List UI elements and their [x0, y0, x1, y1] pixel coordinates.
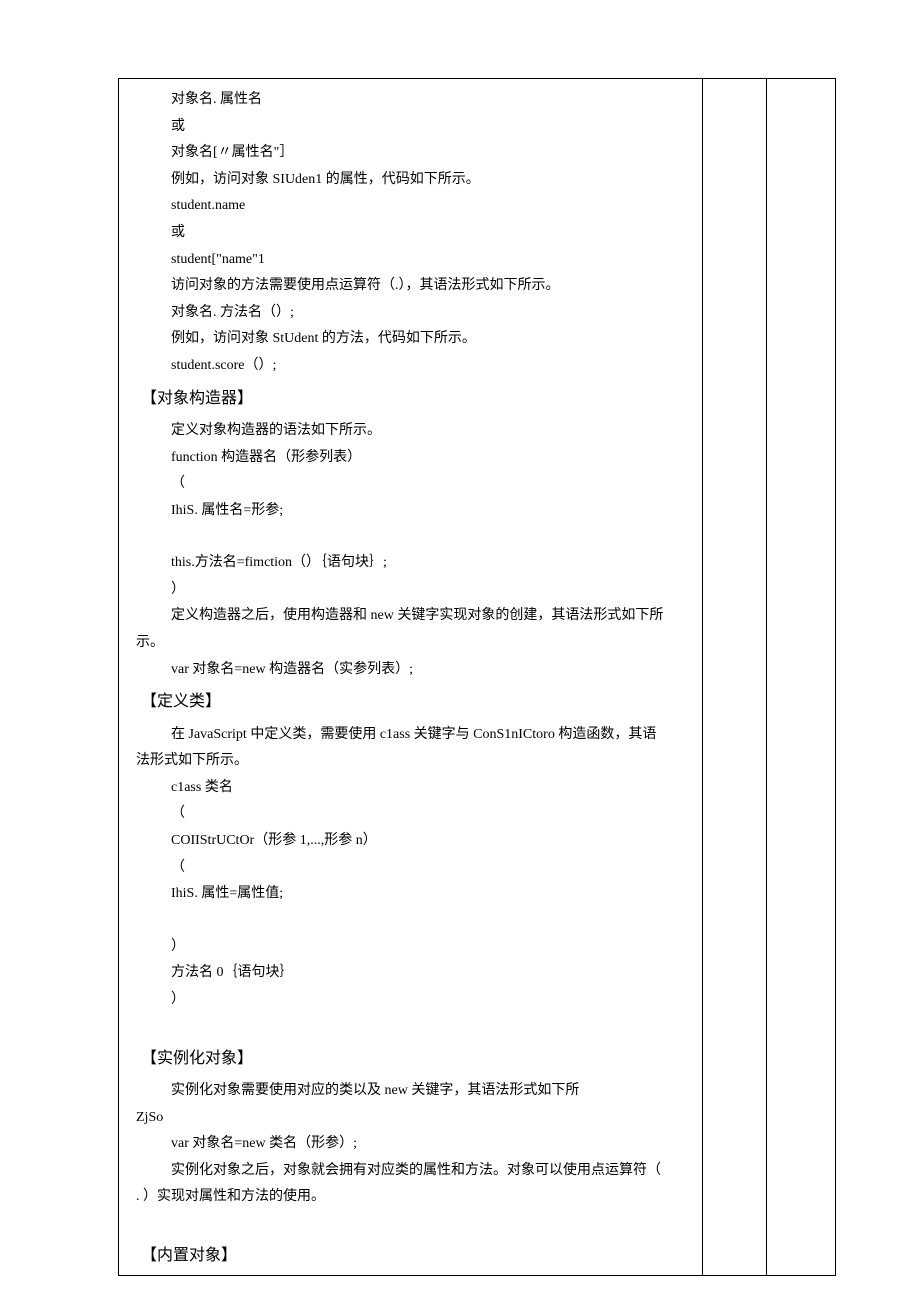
- body-line: this.方法名=fimction（）｛语句块｝;: [123, 550, 698, 577]
- body-line: 法形式如下所示。: [123, 748, 698, 775]
- body-line: （: [123, 801, 698, 828]
- body-line: 或: [123, 114, 698, 141]
- body-line: 例如，访问对象 StUdent 的方法，代码如下所示。: [123, 326, 698, 353]
- document-page: 对象名. 属性名或对象名[〃属性名"］例如，访问对象 SIUden1 的属性，代…: [0, 0, 920, 1301]
- table-column-2: [703, 79, 767, 1276]
- body-line: 例如，访问对象 SIUden1 的属性，代码如下所示。: [123, 167, 698, 194]
- body-line: 实例化对象之后，对象就会拥有对应类的属性和方法。对象可以使用点运算符（: [123, 1158, 698, 1185]
- body-line: 对象名[〃属性名"］: [123, 140, 698, 167]
- main-content-cell: 对象名. 属性名或对象名[〃属性名"］例如，访问对象 SIUden1 的属性，代…: [119, 79, 703, 1276]
- section-heading: 【实例化对象】: [123, 1044, 698, 1074]
- body-line: . ）实现对属性和方法的使用。: [123, 1184, 698, 1211]
- body-line: 示。: [123, 630, 698, 657]
- table-column-3: [767, 79, 836, 1276]
- body-line: var 对象名=new 类名（形参）;: [123, 1131, 698, 1158]
- body-line: ZjSo: [123, 1105, 698, 1132]
- body-line: student["name"1: [123, 247, 698, 274]
- body-line: function 构造器名（形参列表）: [123, 445, 698, 472]
- body-line: 方法名 0｛语句块｝: [123, 960, 698, 987]
- body-line: 实例化对象需要使用对应的类以及 new 关键字，其语法形式如下所: [123, 1078, 698, 1105]
- body-line: COIIStrUCtOr（形参 1,...,形参 n）: [123, 828, 698, 855]
- body-line: 对象名. 属性名: [123, 87, 698, 114]
- body-line: IhiS. 属性名=形参;: [123, 498, 698, 525]
- section-heading: 【定义类】: [123, 687, 698, 717]
- body-line: 访问对象的方法需要使用点运算符（.），其语法形式如下所示。: [123, 273, 698, 300]
- body-line: 定义对象构造器的语法如下所示。: [123, 418, 698, 445]
- body-line: [123, 524, 698, 550]
- section-heading: 【内置对象】: [123, 1241, 698, 1271]
- body-line: ）: [123, 934, 698, 961]
- body-line: 在 JavaScript 中定义类，需要使用 c1ass 关键字与 ConS1n…: [123, 722, 698, 749]
- body-line: 定义构造器之后，使用构造器和 new 关键字实现对象的创建，其语法形式如下所: [123, 603, 698, 630]
- body-line: （: [123, 471, 698, 498]
- body-line: 或: [123, 220, 698, 247]
- section-heading: 【对象构造器】: [123, 384, 698, 414]
- content-table: 对象名. 属性名或对象名[〃属性名"］例如，访问对象 SIUden1 的属性，代…: [118, 78, 836, 1276]
- body-line: IhiS. 属性=属性值;: [123, 881, 698, 908]
- body-line: 对象名. 方法名（）;: [123, 300, 698, 327]
- body-line: c1ass 类名: [123, 775, 698, 802]
- body-line: [123, 1211, 698, 1237]
- body-line: （: [123, 855, 698, 882]
- text-body: 对象名. 属性名或对象名[〃属性名"］例如，访问对象 SIUden1 的属性，代…: [123, 87, 698, 1271]
- body-line: ）: [123, 987, 698, 1014]
- body-line: [123, 908, 698, 934]
- body-line: var 对象名=new 构造器名（实参列表）;: [123, 657, 698, 684]
- body-line: ）: [123, 577, 698, 604]
- body-line: [123, 1014, 698, 1040]
- body-line: student.score（）;: [123, 353, 698, 380]
- body-line: student.name: [123, 193, 698, 220]
